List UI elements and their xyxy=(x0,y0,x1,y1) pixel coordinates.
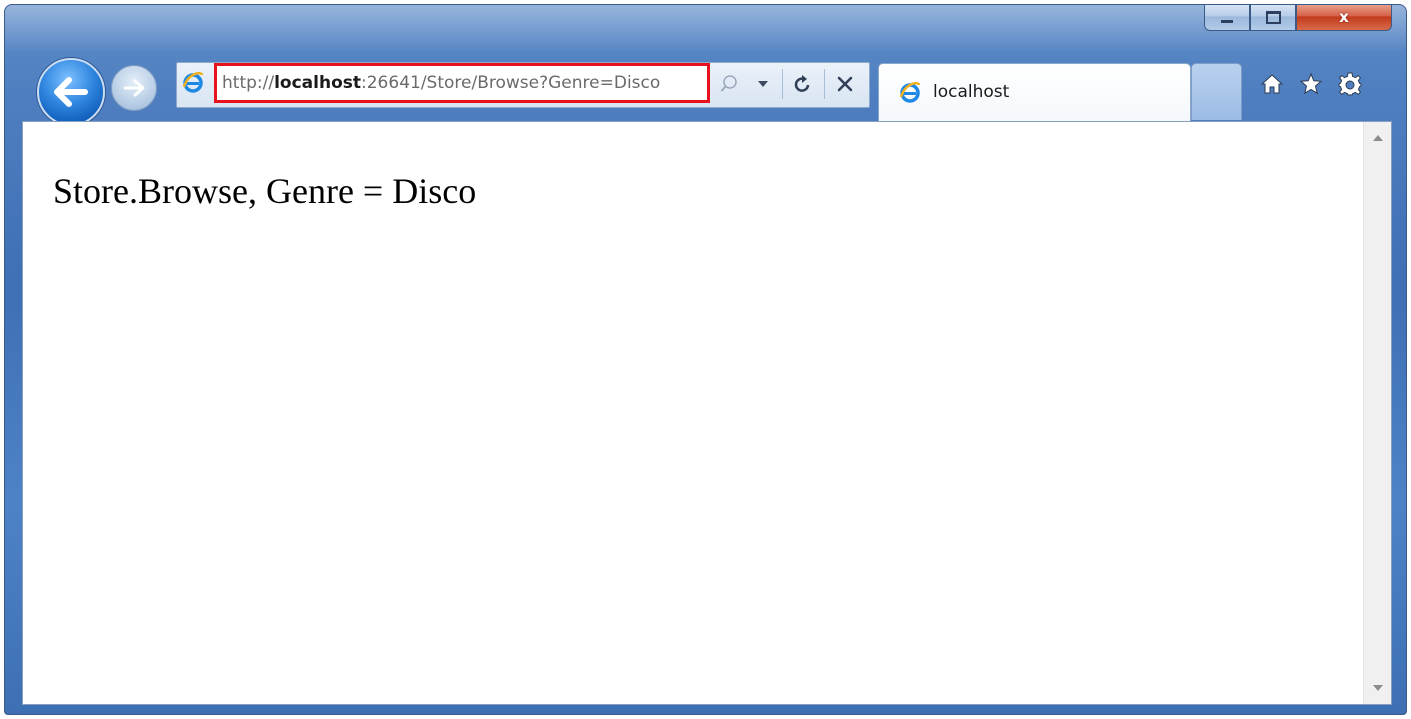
scroll-down-icon xyxy=(1372,685,1383,691)
refresh-button[interactable] xyxy=(788,69,818,99)
titlebar-glow xyxy=(5,5,1406,53)
home-icon xyxy=(1261,74,1283,94)
star-icon xyxy=(1300,73,1322,95)
forward-button[interactable] xyxy=(111,65,157,111)
address-separator-2 xyxy=(824,69,825,99)
url-prefix: http:// xyxy=(222,73,275,93)
stop-button[interactable] xyxy=(830,69,860,99)
refresh-icon xyxy=(794,75,810,92)
maximize-button[interactable] xyxy=(1250,5,1296,31)
maximize-icon xyxy=(1265,10,1281,24)
ie-icon xyxy=(182,71,204,93)
address-bar: http://localhost:26641/Store/Browse?Genr… xyxy=(176,62,870,108)
browser-window: x http://localhost:26641/Store/Browse?Ge… xyxy=(4,4,1407,715)
gear-icon xyxy=(1338,72,1362,96)
address-dropdown-button[interactable] xyxy=(752,69,774,99)
forward-arrow-icon xyxy=(123,79,145,97)
minimize-button[interactable] xyxy=(1204,5,1250,31)
close-button[interactable]: x xyxy=(1296,5,1392,31)
new-tab-button[interactable] xyxy=(1191,63,1242,120)
home-button[interactable] xyxy=(1256,67,1288,101)
vertical-scrollbar[interactable] xyxy=(1363,122,1391,704)
tab-label: localhost xyxy=(933,82,1010,102)
url-path: :26641/Store/Browse?Genre=Disco xyxy=(361,73,661,93)
chevron-down-icon xyxy=(758,81,768,87)
back-arrow-icon xyxy=(54,77,88,107)
page-heading: Store.Browse, Genre = Disco xyxy=(53,171,477,211)
url-host: localhost xyxy=(274,73,362,93)
close-icon: x xyxy=(1339,7,1349,26)
page-viewport: Store.Browse, Genre = Disco xyxy=(22,121,1392,705)
stop-icon xyxy=(837,76,853,92)
ie-icon xyxy=(899,81,921,103)
favorites-button[interactable] xyxy=(1295,67,1327,101)
scroll-up-button[interactable] xyxy=(1364,126,1391,150)
tools-button[interactable] xyxy=(1334,67,1366,101)
back-button[interactable] xyxy=(37,58,105,126)
minimize-icon xyxy=(1221,19,1233,23)
scroll-down-button[interactable] xyxy=(1364,676,1391,700)
scroll-up-icon xyxy=(1372,135,1383,141)
tab-localhost[interactable]: localhost xyxy=(878,63,1191,122)
url-input[interactable]: http://localhost:26641/Store/Browse?Genr… xyxy=(214,63,710,103)
address-separator xyxy=(782,69,783,99)
search-button[interactable] xyxy=(716,69,742,99)
search-icon xyxy=(720,75,737,92)
